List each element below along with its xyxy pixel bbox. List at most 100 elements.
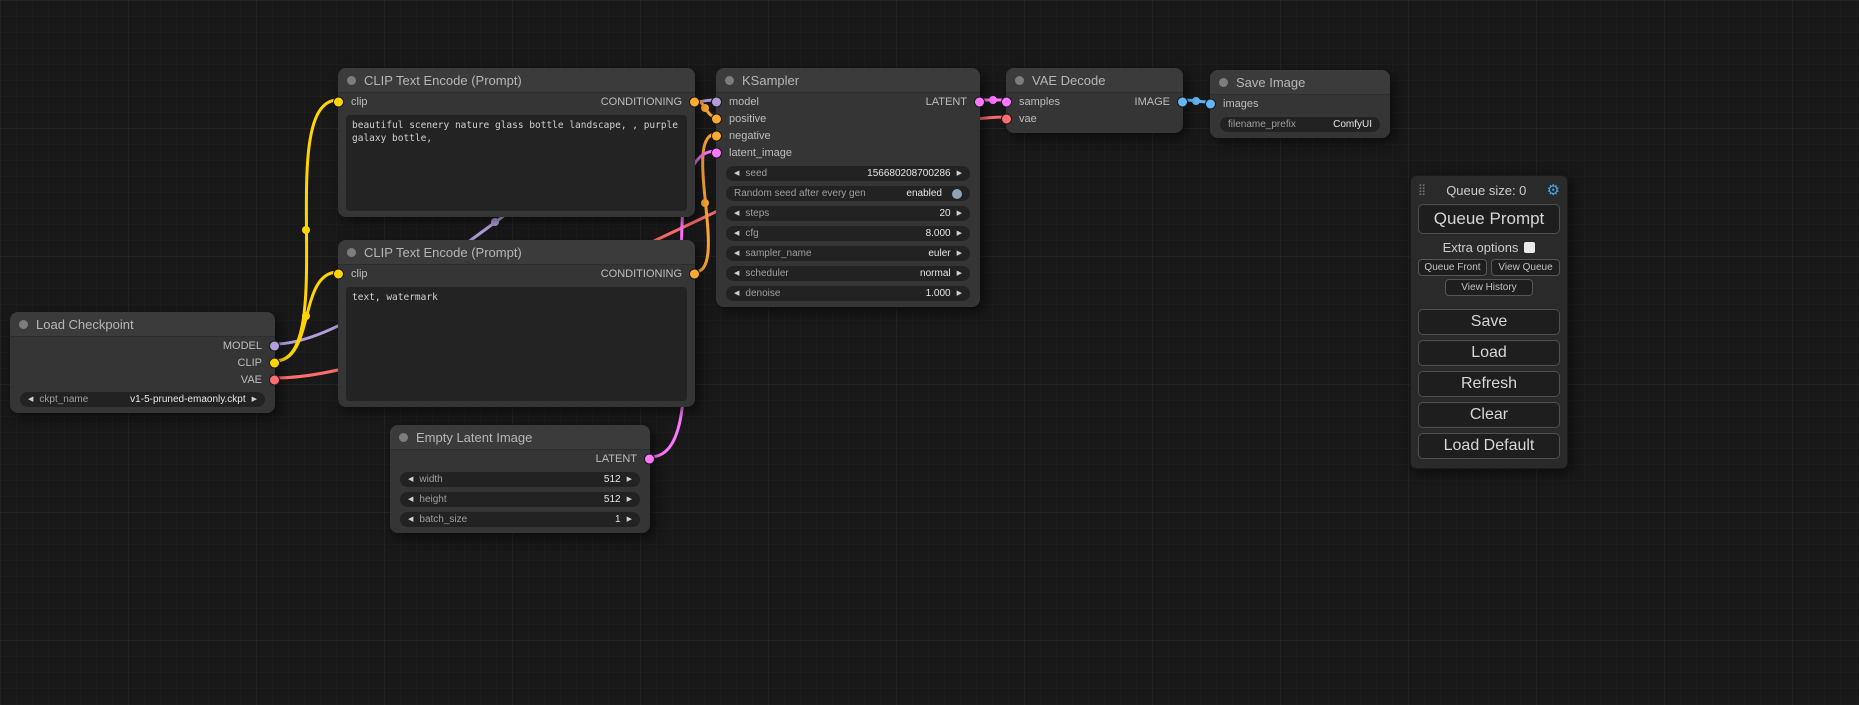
widget-height[interactable]: ◀ height 512 ▶	[400, 492, 640, 507]
widget-width[interactable]: ◀ width 512 ▶	[400, 472, 640, 487]
node-title-bar[interactable]: Load Checkpoint	[10, 312, 275, 337]
prompt-textarea[interactable]: text, watermark	[346, 287, 687, 401]
collapse-dot-icon[interactable]	[1219, 78, 1228, 87]
toggle-icon[interactable]	[952, 189, 962, 199]
node-title-bar[interactable]: CLIP Text Encode (Prompt)	[338, 240, 695, 265]
node-save-image[interactable]: Save Image images filename_prefix ComfyU…	[1210, 70, 1390, 138]
collapse-dot-icon[interactable]	[347, 248, 356, 257]
collapse-dot-icon[interactable]	[19, 320, 28, 329]
widget-value: 512	[604, 474, 621, 485]
widget-steps[interactable]: ◀ steps 20 ▶	[726, 206, 970, 221]
node-title-bar[interactable]: VAE Decode	[1006, 68, 1183, 93]
widget-filename-prefix[interactable]: filename_prefix ComfyUI	[1220, 117, 1380, 132]
collapse-dot-icon[interactable]	[1015, 76, 1024, 85]
node-title-bar[interactable]: Save Image	[1210, 70, 1390, 95]
node-vae-decode[interactable]: VAE Decode samples IMAGE vae	[1006, 68, 1183, 133]
widget-label: batch_size	[419, 514, 467, 525]
port-row: clip CONDITIONING	[338, 93, 695, 110]
node-clip-text-encode-positive[interactable]: CLIP Text Encode (Prompt) clip CONDITION…	[338, 68, 695, 217]
increment-arrow-icon[interactable]: ▶	[957, 170, 962, 177]
node-title-bar[interactable]: CLIP Text Encode (Prompt)	[338, 68, 695, 93]
node-load-checkpoint[interactable]: Load Checkpoint MODEL CLIP VAE ◀ ckpt_na…	[10, 312, 275, 413]
clear-button[interactable]: Clear	[1418, 402, 1560, 428]
increment-arrow-icon[interactable]: ▶	[957, 210, 962, 217]
increment-arrow-icon[interactable]: ▶	[627, 516, 632, 523]
gear-icon[interactable]: ⚙	[1547, 183, 1560, 198]
node-empty-latent-image[interactable]: Empty Latent Image LATENT ◀ width 512 ▶ …	[390, 425, 650, 533]
decrement-arrow-icon[interactable]: ◀	[734, 210, 739, 217]
increment-arrow-icon[interactable]: ▶	[627, 496, 632, 503]
output-port-latent[interactable]	[645, 454, 654, 463]
output-port-vae[interactable]	[270, 375, 279, 384]
increment-arrow-icon[interactable]: ▶	[957, 250, 962, 257]
output-port-conditioning[interactable]	[690, 97, 699, 106]
increment-arrow-icon[interactable]: ▶	[627, 476, 632, 483]
collapse-dot-icon[interactable]	[725, 76, 734, 85]
node-ksampler[interactable]: KSampler model LATENT positive negative …	[716, 68, 980, 307]
input-port-negative[interactable]	[712, 131, 721, 140]
widget-denoise[interactable]: ◀ denoise 1.000 ▶	[726, 286, 970, 301]
output-port-image[interactable]	[1178, 97, 1187, 106]
increment-arrow-icon[interactable]: ▶	[957, 290, 962, 297]
output-label-model: MODEL	[223, 340, 262, 352]
input-port-clip[interactable]	[334, 269, 343, 278]
prompt-textarea[interactable]: beautiful scenery nature glass bottle la…	[346, 115, 687, 211]
port-row: positive	[716, 110, 980, 127]
node-clip-text-encode-negative[interactable]: CLIP Text Encode (Prompt) clip CONDITION…	[338, 240, 695, 407]
decrement-arrow-icon[interactable]: ◀	[734, 250, 739, 257]
node-title: KSampler	[742, 73, 799, 88]
collapse-dot-icon[interactable]	[399, 433, 408, 442]
input-port-latent-image[interactable]	[712, 148, 721, 157]
node-title-bar[interactable]: Empty Latent Image	[390, 425, 650, 450]
decrement-arrow-icon[interactable]: ◀	[408, 496, 413, 503]
decrement-arrow-icon[interactable]: ◀	[734, 230, 739, 237]
extra-options-checkbox[interactable]	[1524, 242, 1535, 253]
load-default-button[interactable]: Load Default	[1418, 433, 1560, 459]
widget-scheduler[interactable]: ◀ scheduler normal ▶	[726, 266, 970, 281]
node-title: CLIP Text Encode (Prompt)	[364, 245, 522, 260]
input-port-positive[interactable]	[712, 114, 721, 123]
decrement-arrow-icon[interactable]: ◀	[734, 170, 739, 177]
input-port-clip[interactable]	[334, 97, 343, 106]
decrement-arrow-icon[interactable]: ◀	[28, 396, 33, 403]
decrement-arrow-icon[interactable]: ◀	[734, 290, 739, 297]
widget-batch-size[interactable]: ◀ batch_size 1 ▶	[400, 512, 640, 527]
output-port-clip[interactable]	[270, 358, 279, 367]
input-label-clip: clip	[351, 268, 368, 280]
input-port-vae[interactable]	[1002, 114, 1011, 123]
decrement-arrow-icon[interactable]: ◀	[408, 476, 413, 483]
increment-arrow-icon[interactable]: ▶	[957, 270, 962, 277]
view-queue-button[interactable]: View Queue	[1491, 259, 1560, 276]
port-row: latent_image	[716, 144, 980, 161]
increment-arrow-icon[interactable]: ▶	[252, 396, 257, 403]
collapse-dot-icon[interactable]	[347, 76, 356, 85]
widget-ckpt-name[interactable]: ◀ ckpt_name v1-5-pruned-emaonly.ckpt ▶	[20, 392, 265, 407]
decrement-arrow-icon[interactable]: ◀	[734, 270, 739, 277]
drag-handle-icon[interactable]: ⣿	[1418, 185, 1426, 196]
widget-seed[interactable]: ◀ seed 156680208700286 ▶	[726, 166, 970, 181]
input-port-model[interactable]	[712, 97, 721, 106]
queue-front-button[interactable]: Queue Front	[1418, 259, 1487, 276]
load-button[interactable]: Load	[1418, 340, 1560, 366]
decrement-arrow-icon[interactable]: ◀	[408, 516, 413, 523]
output-port-model[interactable]	[270, 341, 279, 350]
queue-prompt-button[interactable]: Queue Prompt	[1418, 204, 1560, 234]
input-port-samples[interactable]	[1002, 97, 1011, 106]
widget-label: Random seed after every gen	[734, 188, 866, 199]
output-port-conditioning[interactable]	[690, 269, 699, 278]
widget-sampler-name[interactable]: ◀ sampler_name euler ▶	[726, 246, 970, 261]
input-port-images[interactable]	[1206, 99, 1215, 108]
widget-cfg[interactable]: ◀ cfg 8.000 ▶	[726, 226, 970, 241]
widget-value: 156680208700286	[867, 168, 950, 179]
widget-random-seed-toggle[interactable]: Random seed after every gen enabled	[726, 186, 970, 201]
increment-arrow-icon[interactable]: ▶	[957, 230, 962, 237]
widget-value: 20	[939, 208, 950, 219]
output-port-latent[interactable]	[975, 97, 984, 106]
widget-value: 1	[615, 514, 621, 525]
refresh-button[interactable]: Refresh	[1418, 371, 1560, 397]
input-label-samples: samples	[1019, 96, 1060, 108]
graph-canvas[interactable]: Load Checkpoint MODEL CLIP VAE ◀ ckpt_na…	[0, 0, 1859, 705]
save-button[interactable]: Save	[1418, 309, 1560, 335]
view-history-button[interactable]: View History	[1445, 279, 1533, 296]
node-title-bar[interactable]: KSampler	[716, 68, 980, 93]
